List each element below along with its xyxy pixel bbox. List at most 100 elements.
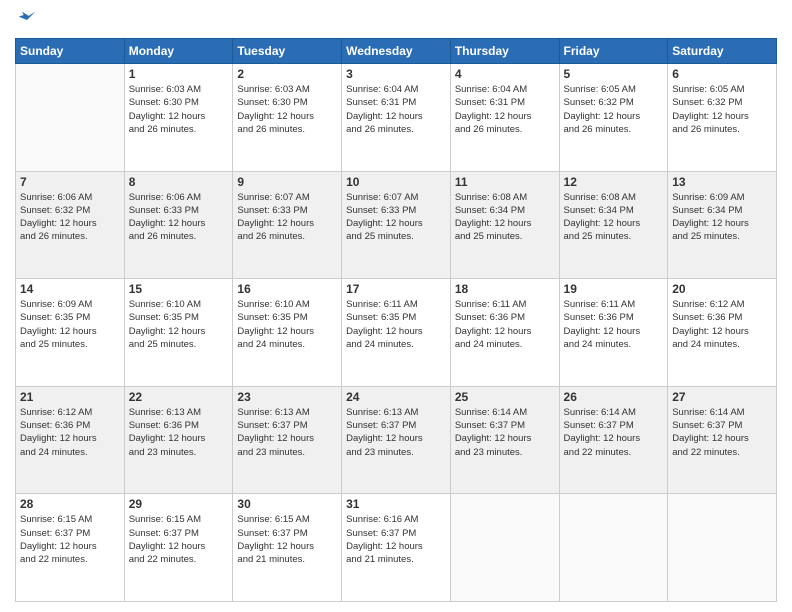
table-row: 2 Sunrise: 6:03 AM Sunset: 6:30 PM Daylig… (233, 64, 342, 172)
day-info: Sunrise: 6:11 AM Sunset: 6:35 PM Dayligh… (346, 298, 446, 351)
day-info: Sunrise: 6:12 AM Sunset: 6:36 PM Dayligh… (20, 406, 120, 459)
day-number: 12 (564, 175, 664, 189)
day-info: Sunrise: 6:15 AM Sunset: 6:37 PM Dayligh… (129, 513, 229, 566)
table-row: 23 Sunrise: 6:13 AM Sunset: 6:37 PM Dayli… (233, 386, 342, 494)
table-row (16, 64, 125, 172)
day-info: Sunrise: 6:09 AM Sunset: 6:34 PM Dayligh… (672, 191, 772, 244)
day-info: Sunrise: 6:06 AM Sunset: 6:33 PM Dayligh… (129, 191, 229, 244)
table-row: 26Sunrise: 6:14 AM Sunset: 6:37 PM Dayli… (559, 386, 668, 494)
table-row: 3 Sunrise: 6:04 AM Sunset: 6:31 PM Daylig… (342, 64, 451, 172)
day-info: Sunrise: 6:05 AM Sunset: 6:32 PM Dayligh… (672, 83, 772, 136)
day-info: Sunrise: 6:10 AM Sunset: 6:35 PM Dayligh… (129, 298, 229, 351)
day-info: Sunrise: 6:05 AM Sunset: 6:32 PM Dayligh… (564, 83, 664, 136)
header-saturday: Saturday (668, 39, 777, 64)
day-info: Sunrise: 6:14 AM Sunset: 6:37 PM Dayligh… (455, 406, 555, 459)
table-row: 30 Sunrise: 6:15 AM Sunset: 6:37 PM Dayli… (233, 494, 342, 602)
table-row: 8Sunrise: 6:06 AM Sunset: 6:33 PM Daylig… (124, 171, 233, 279)
table-row: 6 Sunrise: 6:05 AM Sunset: 6:32 PM Daylig… (668, 64, 777, 172)
day-number: 20 (672, 282, 772, 296)
day-info: Sunrise: 6:11 AM Sunset: 6:36 PM Dayligh… (455, 298, 555, 351)
calendar-table: Sunday Monday Tuesday Wednesday Thursday… (15, 38, 777, 602)
day-number: 18 (455, 282, 555, 296)
table-row: 31Sunrise: 6:16 AM Sunset: 6:37 PM Dayli… (342, 494, 451, 602)
day-number: 27 (672, 390, 772, 404)
table-row: 15 Sunrise: 6:10 AM Sunset: 6:35 PM Dayli… (124, 279, 233, 387)
table-row: 5 Sunrise: 6:05 AM Sunset: 6:32 PM Daylig… (559, 64, 668, 172)
day-number: 7 (20, 175, 120, 189)
day-info: Sunrise: 6:15 AM Sunset: 6:37 PM Dayligh… (237, 513, 337, 566)
day-info: Sunrise: 6:07 AM Sunset: 6:33 PM Dayligh… (346, 191, 446, 244)
day-info: Sunrise: 6:13 AM Sunset: 6:36 PM Dayligh… (129, 406, 229, 459)
day-info: Sunrise: 6:16 AM Sunset: 6:37 PM Dayligh… (346, 513, 446, 566)
day-info: Sunrise: 6:11 AM Sunset: 6:36 PM Dayligh… (564, 298, 664, 351)
calendar-header-row: Sunday Monday Tuesday Wednesday Thursday… (16, 39, 777, 64)
day-info: Sunrise: 6:06 AM Sunset: 6:32 PM Dayligh… (20, 191, 120, 244)
day-number: 29 (129, 497, 229, 511)
header-thursday: Thursday (450, 39, 559, 64)
header-tuesday: Tuesday (233, 39, 342, 64)
table-row: 27 Sunrise: 6:14 AM Sunset: 6:37 PM Dayli… (668, 386, 777, 494)
calendar-week-row: 7 Sunrise: 6:06 AM Sunset: 6:32 PM Daylig… (16, 171, 777, 279)
day-info: Sunrise: 6:13 AM Sunset: 6:37 PM Dayligh… (237, 406, 337, 459)
day-number: 14 (20, 282, 120, 296)
day-number: 2 (237, 67, 337, 81)
table-row: 25 Sunrise: 6:14 AM Sunset: 6:37 PM Dayli… (450, 386, 559, 494)
day-info: Sunrise: 6:04 AM Sunset: 6:31 PM Dayligh… (346, 83, 446, 136)
table-row (668, 494, 777, 602)
table-row: 13 Sunrise: 6:09 AM Sunset: 6:34 PM Dayli… (668, 171, 777, 279)
table-row: 11 Sunrise: 6:08 AM Sunset: 6:34 PM Dayli… (450, 171, 559, 279)
table-row: 1Sunrise: 6:03 AM Sunset: 6:30 PM Daylig… (124, 64, 233, 172)
logo (15, 10, 37, 30)
header-wednesday: Wednesday (342, 39, 451, 64)
table-row (450, 494, 559, 602)
day-number: 11 (455, 175, 555, 189)
table-row: 21 Sunrise: 6:12 AM Sunset: 6:36 PM Dayli… (16, 386, 125, 494)
day-number: 3 (346, 67, 446, 81)
table-row: 17 Sunrise: 6:11 AM Sunset: 6:35 PM Dayli… (342, 279, 451, 387)
header-monday: Monday (124, 39, 233, 64)
day-number: 15 (129, 282, 229, 296)
day-number: 25 (455, 390, 555, 404)
header-friday: Friday (559, 39, 668, 64)
calendar-week-row: 21 Sunrise: 6:12 AM Sunset: 6:36 PM Dayli… (16, 386, 777, 494)
day-number: 9 (237, 175, 337, 189)
day-number: 23 (237, 390, 337, 404)
day-info: Sunrise: 6:14 AM Sunset: 6:37 PM Dayligh… (672, 406, 772, 459)
day-info: Sunrise: 6:07 AM Sunset: 6:33 PM Dayligh… (237, 191, 337, 244)
day-info: Sunrise: 6:04 AM Sunset: 6:31 PM Dayligh… (455, 83, 555, 136)
table-row: 12Sunrise: 6:08 AM Sunset: 6:34 PM Dayli… (559, 171, 668, 279)
table-row: 19Sunrise: 6:11 AM Sunset: 6:36 PM Dayli… (559, 279, 668, 387)
table-row: 14 Sunrise: 6:09 AM Sunset: 6:35 PM Dayli… (16, 279, 125, 387)
day-number: 1 (129, 67, 229, 81)
table-row (559, 494, 668, 602)
day-number: 30 (237, 497, 337, 511)
header (15, 10, 777, 30)
day-number: 6 (672, 67, 772, 81)
day-info: Sunrise: 6:15 AM Sunset: 6:37 PM Dayligh… (20, 513, 120, 566)
table-row: 29 Sunrise: 6:15 AM Sunset: 6:37 PM Dayli… (124, 494, 233, 602)
calendar-week-row: 1 Sunrise: 6:03 AM Sunset: 6:30 PM Daylig… (16, 64, 777, 172)
day-number: 13 (672, 175, 772, 189)
day-number: 24 (346, 390, 446, 404)
table-row: 9 Sunrise: 6:07 AM Sunset: 6:33 PM Daylig… (233, 171, 342, 279)
header-sunday: Sunday (16, 39, 125, 64)
day-number: 4 (455, 67, 555, 81)
day-number: 22 (129, 390, 229, 404)
day-info: Sunrise: 6:08 AM Sunset: 6:34 PM Dayligh… (455, 191, 555, 244)
calendar-week-row: 14 Sunrise: 6:09 AM Sunset: 6:35 PM Dayli… (16, 279, 777, 387)
calendar-week-row: 28Sunrise: 6:15 AM Sunset: 6:37 PM Dayli… (16, 494, 777, 602)
day-number: 17 (346, 282, 446, 296)
day-info: Sunrise: 6:09 AM Sunset: 6:35 PM Dayligh… (20, 298, 120, 351)
table-row: 4 Sunrise: 6:04 AM Sunset: 6:31 PM Daylig… (450, 64, 559, 172)
table-row: 22 Sunrise: 6:13 AM Sunset: 6:36 PM Dayli… (124, 386, 233, 494)
day-number: 21 (20, 390, 120, 404)
day-info: Sunrise: 6:12 AM Sunset: 6:36 PM Dayligh… (672, 298, 772, 351)
day-info: Sunrise: 6:10 AM Sunset: 6:35 PM Dayligh… (237, 298, 337, 351)
day-info: Sunrise: 6:14 AM Sunset: 6:37 PM Dayligh… (564, 406, 664, 459)
logo-bird-icon (17, 10, 37, 30)
day-number: 5 (564, 67, 664, 81)
day-info: Sunrise: 6:03 AM Sunset: 6:30 PM Dayligh… (237, 83, 337, 136)
table-row: 28Sunrise: 6:15 AM Sunset: 6:37 PM Dayli… (16, 494, 125, 602)
page: Sunday Monday Tuesday Wednesday Thursday… (0, 0, 792, 612)
table-row: 18 Sunrise: 6:11 AM Sunset: 6:36 PM Dayli… (450, 279, 559, 387)
